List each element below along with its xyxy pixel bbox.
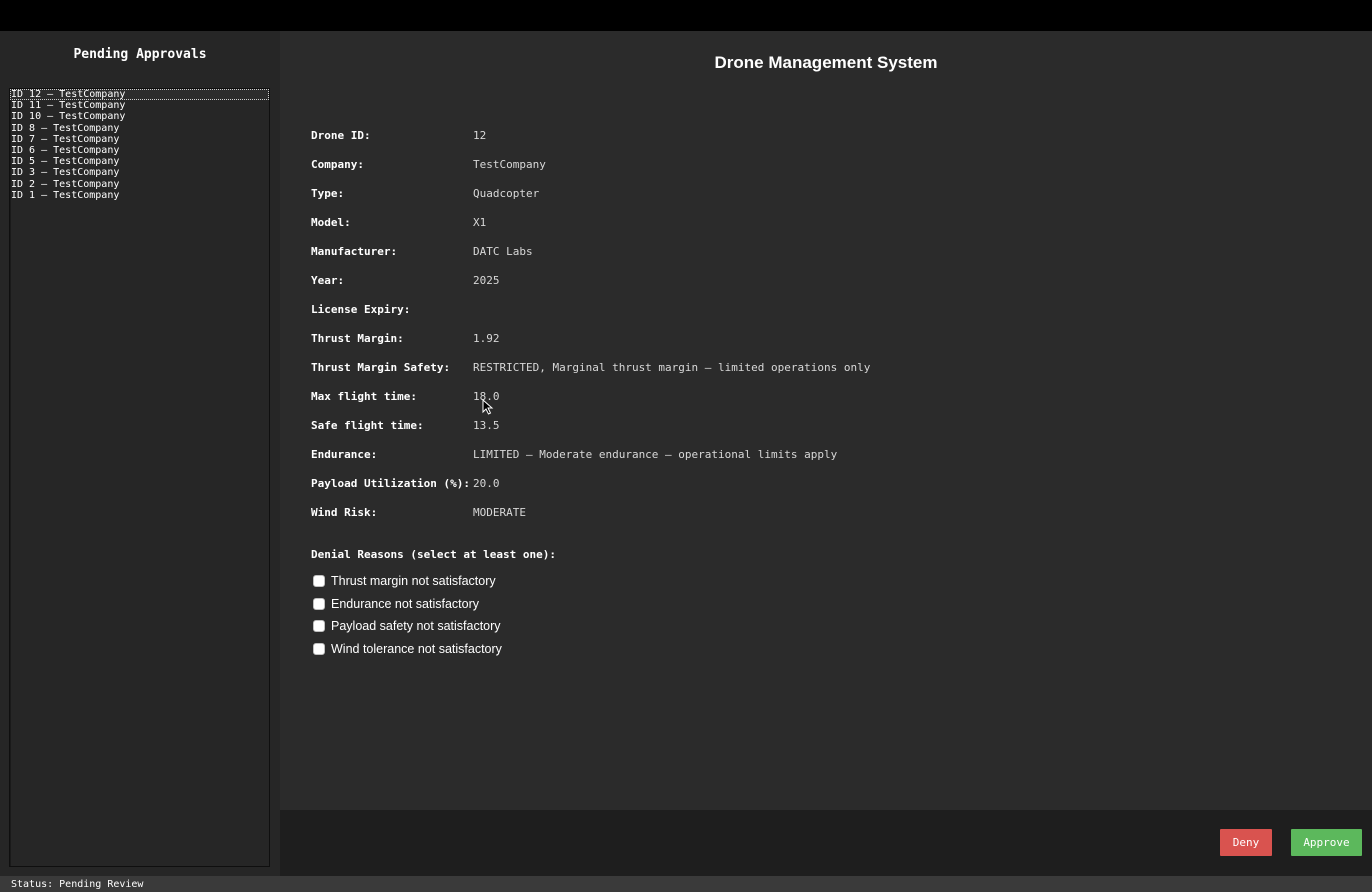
field-label: Endurance: (311, 448, 378, 461)
field-label: Max flight time: (311, 390, 417, 403)
list-item[interactable]: ID 6 — TestCompany (10, 145, 269, 156)
list-item[interactable]: ID 5 — TestCompany (10, 156, 269, 167)
field-value: 20.0 (473, 477, 500, 490)
field-label: Manufacturer: (311, 245, 398, 258)
field-label: Thrust Margin Safety: (311, 361, 451, 374)
denial-reasons-heading: Denial Reasons (select at least one): (311, 548, 557, 561)
denial-option-endurance[interactable]: Endurance not satisfactory (311, 593, 556, 616)
field-value: DATC Labs (473, 245, 533, 258)
checkbox[interactable] (313, 597, 325, 610)
action-bar: Deny Approve (280, 810, 1372, 876)
list-item[interactable]: ID 11 — TestCompany (10, 100, 269, 111)
field-label: Safe flight time: (311, 419, 424, 432)
field-label: Payload Utilization (%): (311, 477, 470, 490)
denial-option-thrust[interactable]: Thrust margin not satisfactory (311, 570, 556, 593)
checkbox-label: Wind tolerance not satisfactory (331, 641, 502, 656)
field-label: Year: (311, 274, 345, 287)
title-bar (0, 0, 1372, 31)
list-item[interactable]: ID 3 — TestCompany (10, 167, 269, 178)
field-value: MODERATE (473, 506, 526, 519)
pending-approvals-list[interactable]: ID 12 — TestCompany ID 11 — TestCompany … (9, 88, 270, 867)
checkbox-label: Endurance not satisfactory (331, 596, 479, 611)
field-label: Drone ID: (311, 129, 371, 142)
field-value: 13.5 (473, 419, 500, 432)
field-value: LIMITED — Moderate endurance — operation… (473, 448, 838, 461)
field-label: Type: (311, 187, 345, 200)
field-value: TestCompany (473, 158, 546, 171)
list-item[interactable]: ID 2 — TestCompany (10, 179, 269, 190)
checkbox[interactable] (313, 620, 325, 633)
sidebar: Pending Approvals ID 12 — TestCompany ID… (0, 31, 280, 876)
field-label: Thrust Margin: (311, 332, 404, 345)
list-item[interactable]: ID 7 — TestCompany (10, 134, 269, 145)
sidebar-title: Pending Approvals (73, 47, 207, 62)
deny-button[interactable]: Deny (1220, 829, 1272, 856)
field-value: 2025 (473, 274, 500, 287)
denial-option-payload[interactable]: Payload safety not satisfactory (311, 615, 556, 638)
checkbox-label: Payload safety not satisfactory (331, 619, 501, 634)
field-label: Model: (311, 216, 351, 229)
field-label: License Expiry: (311, 303, 411, 316)
approve-button[interactable]: Approve (1291, 829, 1362, 856)
status-bar: Status: Pending Review (0, 876, 1372, 892)
list-item[interactable]: ID 8 — TestCompany (10, 123, 269, 134)
page-title: Drone Management System (714, 53, 938, 72)
field-label: Company: (311, 158, 364, 171)
field-label: Wind Risk: (311, 506, 378, 519)
field-value: X1 (473, 216, 487, 229)
denial-option-wind[interactable]: Wind tolerance not satisfactory (311, 638, 556, 661)
list-item[interactable]: ID 12 — TestCompany (10, 89, 269, 101)
denial-reasons: Denial Reasons (select at least one): Th… (311, 546, 556, 660)
list-item[interactable]: ID 1 — TestCompany (10, 190, 269, 201)
field-value: 1.92 (473, 332, 500, 345)
checkbox-label: Thrust margin not satisfactory (331, 574, 496, 589)
field-value: RESTRICTED, Marginal thrust margin — lim… (473, 361, 871, 374)
mouse-cursor-icon (482, 399, 494, 415)
list-item[interactable]: ID 10 — TestCompany (10, 111, 269, 122)
field-value: 12 (473, 129, 487, 142)
main-panel: Drone Management System Drone ID: 12 Com… (280, 31, 1372, 810)
field-value: Quadcopter (473, 187, 540, 200)
checkbox[interactable] (313, 642, 325, 655)
checkbox[interactable] (313, 575, 325, 588)
